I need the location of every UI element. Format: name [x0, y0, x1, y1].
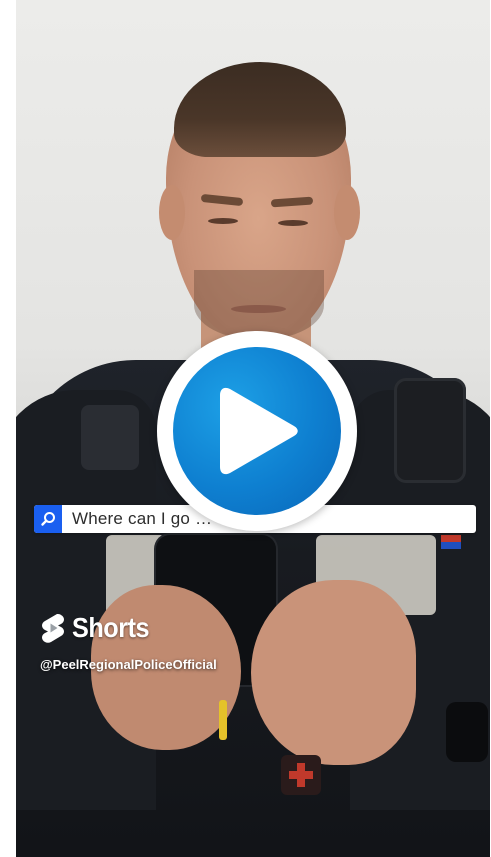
shorts-logo: Shorts — [40, 612, 158, 644]
youtube-shorts-icon — [42, 614, 64, 643]
search-icon — [34, 505, 62, 533]
play-icon — [220, 387, 298, 475]
shoulder-radio — [394, 378, 466, 483]
play-button[interactable] — [157, 331, 357, 531]
shorts-label: Shorts — [72, 612, 150, 643]
channel-handle[interactable]: @PeelRegionalPoliceOfficial — [40, 657, 217, 672]
body-camera — [81, 405, 139, 470]
